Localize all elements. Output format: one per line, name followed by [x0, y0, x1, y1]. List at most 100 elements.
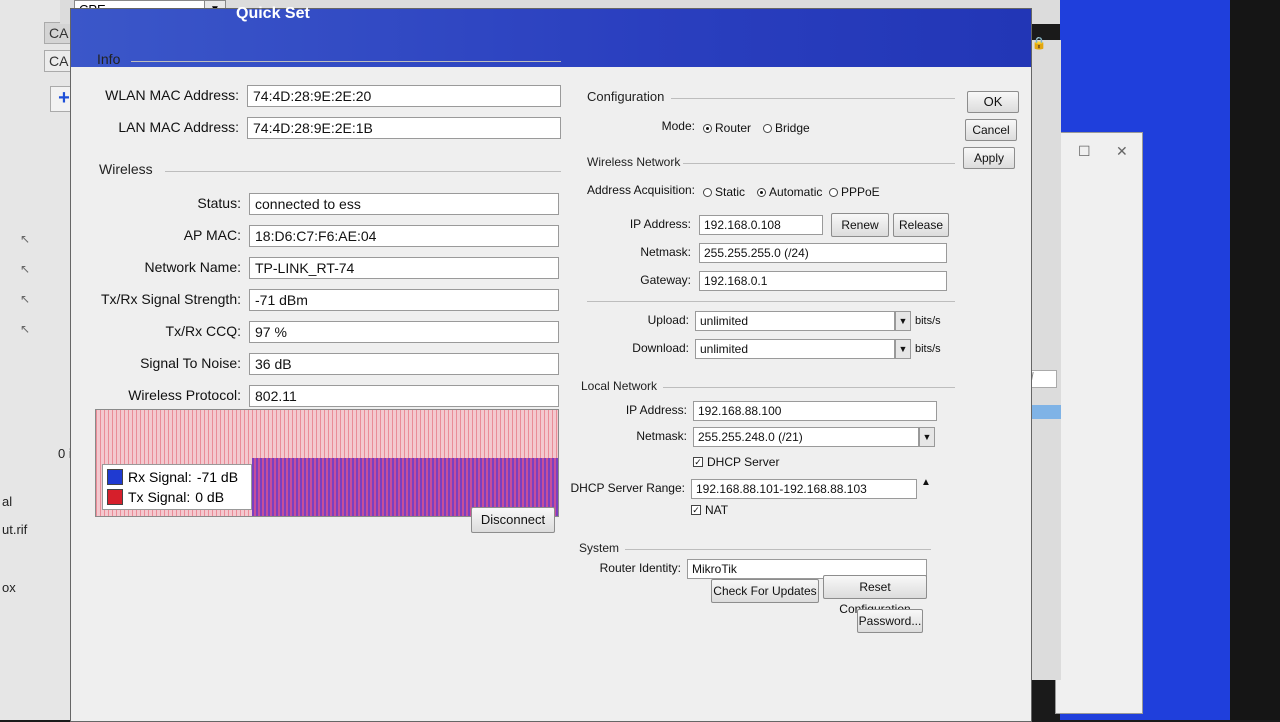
dhcp-range-collapse-icon[interactable]: ▲: [921, 477, 931, 488]
list-item[interactable]: ox: [2, 580, 16, 595]
ap-mac-field[interactable]: 18:D6:C7:F6:AE:04: [249, 225, 559, 247]
signal-graph: Rx Signal: -71 dB Tx Signal: 0 dB: [95, 409, 559, 517]
wan-ip-field[interactable]: 192.168.0.108: [699, 215, 823, 235]
divider: [587, 301, 955, 302]
divider: [131, 61, 561, 62]
acq-automatic-radio[interactable]: Automatic: [757, 185, 822, 199]
release-button[interactable]: Release: [893, 213, 949, 237]
dialog-body: Info WLAN MAC Address: 74:4D:28:9E:2E:20…: [71, 51, 1031, 721]
cancel-button[interactable]: Cancel: [965, 119, 1017, 141]
list-item[interactable]: ut.rif: [2, 522, 27, 537]
tx-legend-value: 0 dB: [195, 489, 225, 505]
wireless-network-section-title: Wireless Network: [587, 155, 681, 169]
nat-checkbox[interactable]: ✓ NAT: [691, 503, 728, 517]
dhcp-server-checkbox[interactable]: ✓ DHCP Server: [693, 455, 779, 469]
wlan-mac-label: WLAN MAC Address:: [105, 87, 239, 103]
dhcp-range-field[interactable]: 192.168.88.101-192.168.88.103: [691, 479, 917, 499]
rx-legend-label: Rx Signal:: [128, 469, 192, 485]
snr-label: Signal To Noise:: [140, 355, 241, 371]
acq-automatic-label: Automatic: [769, 185, 823, 199]
info-section-title: Info: [97, 51, 121, 67]
gateway-label: Gateway:: [640, 273, 691, 287]
lan-mac-label: LAN MAC Address:: [118, 119, 239, 135]
renew-button[interactable]: Renew: [831, 213, 889, 237]
network-name-field[interactable]: TP-LINK_RT-74: [249, 257, 559, 279]
apply-button[interactable]: Apply: [963, 147, 1015, 169]
mode-bridge-label: Bridge: [775, 121, 810, 135]
gateway-field[interactable]: 192.168.0.1: [699, 271, 947, 291]
ap-mac-label: AP MAC:: [183, 227, 241, 243]
local-network-section-title: Local Network: [581, 379, 658, 393]
download-label: Download:: [632, 341, 689, 355]
dhcp-range-label: DHCP Server Range:: [570, 481, 686, 495]
upload-field[interactable]: unlimited: [695, 311, 895, 331]
ccq-field[interactable]: 97 %: [249, 321, 559, 343]
radio-unselected-icon: [763, 123, 772, 133]
radio-selected-icon: [757, 187, 766, 197]
radio-selected-icon: [703, 123, 712, 133]
upload-label: Upload:: [647, 313, 689, 327]
maximize-icon[interactable]: ☐: [1078, 143, 1091, 160]
mode-bridge-radio[interactable]: Bridge: [763, 121, 810, 135]
snr-field[interactable]: 36 dB: [249, 353, 559, 375]
wireless-section-title: Wireless: [99, 161, 153, 177]
protocol-field[interactable]: 802.11: [249, 385, 559, 407]
wan-netmask-field[interactable]: 255.255.255.0 (/24): [699, 243, 947, 263]
dialog-title: Quick Set: [236, 5, 310, 22]
lan-netmask-label: Netmask:: [636, 429, 687, 443]
dialog-titlebar[interactable]: Quick Set: [71, 5, 1031, 67]
cursor-icon: ↖: [20, 262, 31, 276]
acq-pppoe-label: PPPoE: [841, 185, 880, 199]
upload-unit: bits/s: [915, 315, 941, 327]
divider: [663, 387, 955, 388]
divider: [165, 171, 561, 172]
signal-strength-label: Tx/Rx Signal Strength:: [100, 291, 241, 307]
mode-label: Mode:: [661, 119, 695, 133]
password-button[interactable]: Password...: [857, 609, 923, 633]
acq-static-radio[interactable]: Static: [703, 185, 745, 199]
lan-mac-field[interactable]: 74:4D:28:9E:2E:1B: [247, 117, 561, 139]
mode-router-radio[interactable]: Router: [703, 121, 751, 135]
list-item[interactable]: al: [2, 494, 12, 509]
lan-ip-field[interactable]: 192.168.88.100: [693, 401, 937, 421]
dhcp-server-label: DHCP Server: [707, 455, 780, 469]
rx-legend-value: -71 dB: [196, 469, 239, 485]
rx-swatch: [107, 469, 123, 485]
configuration-section-title: Configuration: [587, 89, 665, 104]
cursor-icon: ↖: [20, 232, 31, 246]
lan-netmask-field[interactable]: 255.255.248.0 (/21): [693, 427, 919, 447]
radio-unselected-icon: [703, 187, 712, 197]
download-field[interactable]: unlimited: [695, 339, 895, 359]
mode-router-label: Router: [715, 121, 752, 135]
lan-netmask-dropdown-icon[interactable]: ▼: [919, 427, 935, 447]
acq-static-label: Static: [715, 185, 746, 199]
divider: [683, 163, 955, 164]
checkbox-checked-icon: ✓: [691, 505, 701, 515]
status-label: Status:: [197, 195, 241, 211]
system-section-title: System: [579, 541, 620, 555]
ok-button[interactable]: OK: [967, 91, 1019, 113]
check-for-updates-button[interactable]: Check For Updates: [711, 579, 819, 603]
wan-ip-label: IP Address:: [629, 217, 691, 231]
network-name-label: Network Name:: [144, 259, 241, 275]
wan-netmask-label: Netmask:: [640, 245, 691, 259]
upload-dropdown-icon[interactable]: ▼: [895, 311, 911, 331]
divider: [625, 549, 931, 550]
acq-pppoe-radio[interactable]: PPPoE: [829, 185, 880, 199]
close-icon[interactable]: ✕: [1116, 143, 1128, 160]
lan-ip-label: IP Address:: [625, 403, 687, 417]
status-field[interactable]: connected to ess: [249, 193, 559, 215]
router-identity-label: Router Identity:: [599, 561, 681, 575]
disconnect-button[interactable]: Disconnect: [471, 507, 555, 533]
download-unit: bits/s: [915, 343, 941, 355]
reset-configuration-button[interactable]: Reset Configuration: [823, 575, 927, 616]
tx-swatch: [107, 489, 123, 505]
graph-legend: Rx Signal: -71 dB Tx Signal: 0 dB: [102, 464, 252, 510]
download-dropdown-icon[interactable]: ▼: [895, 339, 911, 359]
nat-label: NAT: [705, 503, 729, 517]
wlan-mac-field[interactable]: 74:4D:28:9E:2E:20: [247, 85, 561, 107]
signal-strength-field[interactable]: -71 dBm: [249, 289, 559, 311]
address-acquisition-label: Address Acquisition:: [586, 183, 695, 197]
quick-set-dialog: Quick Set ☐ ✕ Info WLAN MAC Address: 74:…: [70, 5, 1032, 722]
radio-unselected-icon: [829, 187, 838, 197]
